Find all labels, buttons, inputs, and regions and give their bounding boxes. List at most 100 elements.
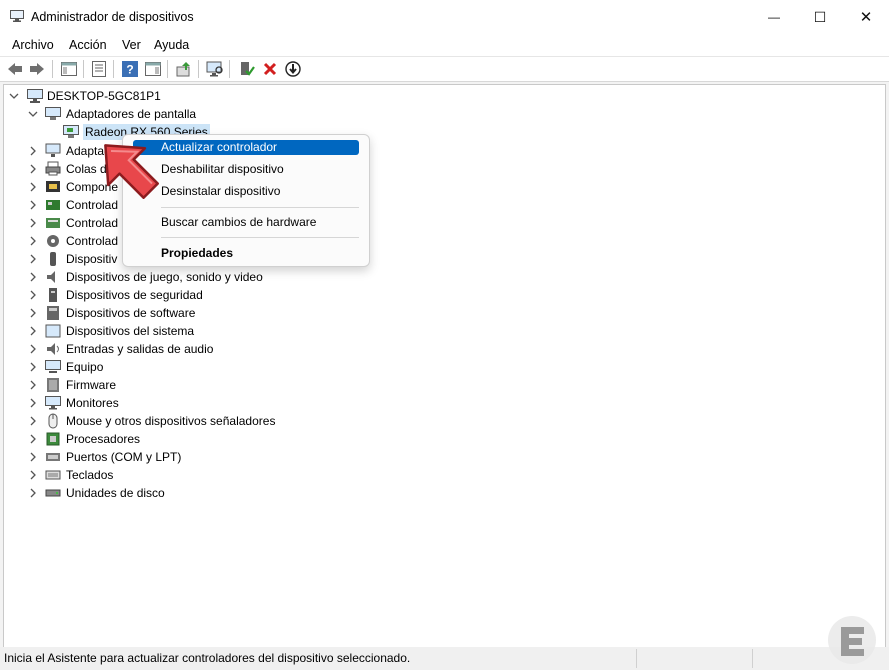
tree-category-label[interactable]: Monitores bbox=[66, 396, 119, 410]
sound-video-icon bbox=[45, 269, 61, 285]
back-icon[interactable] bbox=[6, 60, 24, 78]
toolbar-separator bbox=[198, 60, 199, 78]
chevron-right-icon[interactable] bbox=[28, 236, 38, 246]
tree-category-label[interactable]: Procesadores bbox=[66, 432, 140, 446]
close-icon: ✕ bbox=[859, 9, 873, 26]
status-divider bbox=[752, 649, 753, 668]
tree-category-label[interactable]: Entradas y salidas de audio bbox=[66, 342, 213, 356]
minimize-button[interactable]: — bbox=[751, 0, 797, 34]
menu-separator bbox=[161, 207, 359, 208]
menu-item-scan-hardware[interactable]: Buscar cambios de hardware bbox=[133, 215, 359, 230]
tree-category-label[interactable]: Dispositivos de software bbox=[66, 306, 195, 320]
tree-category-label[interactable]: Controlad bbox=[66, 216, 118, 230]
toolbar-separator bbox=[52, 60, 53, 78]
tree-category-label[interactable]: Dispositivos de seguridad bbox=[66, 288, 203, 302]
toolbar-separator bbox=[83, 60, 84, 78]
tree-category-label[interactable]: Firmware bbox=[66, 378, 116, 392]
menu-ver[interactable]: Ver bbox=[122, 38, 141, 52]
status-text: Inicia el Asistente para actualizar cont… bbox=[4, 651, 411, 665]
chevron-right-icon[interactable] bbox=[28, 308, 38, 318]
tree-category-label[interactable]: Equipo bbox=[66, 360, 103, 374]
chevron-right-icon[interactable] bbox=[28, 146, 38, 156]
tree-category-label[interactable]: Dispositiv bbox=[66, 252, 117, 266]
red-arrow-annotation bbox=[104, 144, 159, 199]
chevron-down-icon[interactable] bbox=[9, 91, 19, 101]
computer-icon bbox=[27, 88, 43, 104]
toolbar-separator bbox=[113, 60, 114, 78]
minimize-icon: — bbox=[768, 10, 780, 24]
show-hide-console-tree-icon[interactable] bbox=[60, 60, 78, 78]
menu-item-uninstall-device[interactable]: Desinstalar dispositivo bbox=[133, 184, 359, 199]
toolbar: ? bbox=[0, 56, 889, 82]
audio-io-icon bbox=[45, 341, 61, 357]
print-queue-icon bbox=[45, 161, 61, 177]
menu-item-properties[interactable]: Propiedades bbox=[133, 246, 359, 261]
menu-separator bbox=[161, 237, 359, 238]
enable-device-icon[interactable] bbox=[238, 60, 256, 78]
chevron-right-icon[interactable] bbox=[28, 272, 38, 282]
chevron-right-icon[interactable] bbox=[28, 344, 38, 354]
menu-item-update-driver[interactable]: Actualizar controlador bbox=[133, 140, 359, 155]
close-button[interactable]: ✕ bbox=[843, 0, 889, 34]
help-icon[interactable]: ? bbox=[121, 60, 139, 78]
forward-icon[interactable] bbox=[28, 60, 46, 78]
properties-icon[interactable] bbox=[90, 60, 108, 78]
chevron-right-icon[interactable] bbox=[28, 182, 38, 192]
software-component-icon bbox=[45, 179, 61, 195]
tree-category-display-adapters[interactable]: Adaptadores de pantalla bbox=[66, 107, 196, 121]
tree-category-label[interactable]: Dispositivos del sistema bbox=[66, 324, 194, 338]
maximize-button[interactable]: ☐ bbox=[797, 0, 843, 34]
chevron-right-icon[interactable] bbox=[28, 488, 38, 498]
display-adapter-icon bbox=[45, 106, 61, 122]
watermark-logo bbox=[828, 616, 876, 664]
status-bar: Inicia el Asistente para actualizar cont… bbox=[0, 647, 889, 670]
chevron-right-icon[interactable] bbox=[28, 290, 38, 300]
scan-hardware-icon[interactable] bbox=[206, 60, 224, 78]
action-pane-icon[interactable] bbox=[144, 60, 162, 78]
chevron-right-icon[interactable] bbox=[28, 326, 38, 336]
chevron-right-icon[interactable] bbox=[28, 362, 38, 372]
chevron-right-icon[interactable] bbox=[28, 218, 38, 228]
chevron-down-icon[interactable] bbox=[28, 109, 38, 119]
monitor-icon bbox=[45, 395, 61, 411]
port-icon bbox=[45, 449, 61, 465]
update-driver-icon[interactable] bbox=[175, 60, 193, 78]
menu-bar: Archivo Acción Ver Ayuda bbox=[0, 34, 889, 56]
tree-category-label[interactable]: Mouse y otros dispositivos señaladores bbox=[66, 414, 275, 428]
menu-ayuda[interactable]: Ayuda bbox=[154, 38, 189, 52]
tree-category-label[interactable]: Controlad bbox=[66, 234, 118, 248]
system-device-icon bbox=[45, 323, 61, 339]
display-adapter-icon bbox=[63, 124, 79, 140]
software-device-icon bbox=[45, 305, 61, 321]
tree-category-label[interactable]: Unidades de disco bbox=[66, 486, 165, 500]
chevron-right-icon[interactable] bbox=[28, 470, 38, 480]
chevron-right-icon[interactable] bbox=[28, 416, 38, 426]
svg-text:?: ? bbox=[126, 63, 133, 77]
window-title: Administrador de dispositivos bbox=[31, 10, 194, 24]
chevron-right-icon[interactable] bbox=[28, 164, 38, 174]
menu-archivo[interactable]: Archivo bbox=[12, 38, 54, 52]
chevron-right-icon[interactable] bbox=[28, 434, 38, 444]
computer-icon bbox=[45, 359, 61, 375]
tree-category-label[interactable]: Dispositivos de juego, sonido y video bbox=[66, 270, 263, 284]
chevron-right-icon[interactable] bbox=[28, 380, 38, 390]
keyboard-icon bbox=[45, 467, 61, 483]
disable-device-icon[interactable] bbox=[284, 60, 302, 78]
uninstall-device-icon[interactable] bbox=[261, 60, 279, 78]
tree-category-label[interactable]: Teclados bbox=[66, 468, 113, 482]
chevron-right-icon[interactable] bbox=[28, 452, 38, 462]
chevron-right-icon[interactable] bbox=[28, 254, 38, 264]
toolbar-separator bbox=[229, 60, 230, 78]
menu-item-disable-device[interactable]: Deshabilitar dispositivo bbox=[133, 162, 359, 177]
hid-device-icon bbox=[45, 251, 61, 267]
tree-root-label[interactable]: DESKTOP-5GC81P1 bbox=[47, 89, 161, 103]
title-bar: Administrador de dispositivos — ☐ ✕ bbox=[0, 0, 889, 34]
processor-icon bbox=[45, 431, 61, 447]
firmware-icon bbox=[45, 377, 61, 393]
security-device-icon bbox=[45, 287, 61, 303]
storage-controller-icon bbox=[45, 215, 61, 231]
menu-accion[interactable]: Acción bbox=[69, 38, 107, 52]
chevron-right-icon[interactable] bbox=[28, 200, 38, 210]
tree-category-label[interactable]: Puertos (COM y LPT) bbox=[66, 450, 181, 464]
chevron-right-icon[interactable] bbox=[28, 398, 38, 408]
